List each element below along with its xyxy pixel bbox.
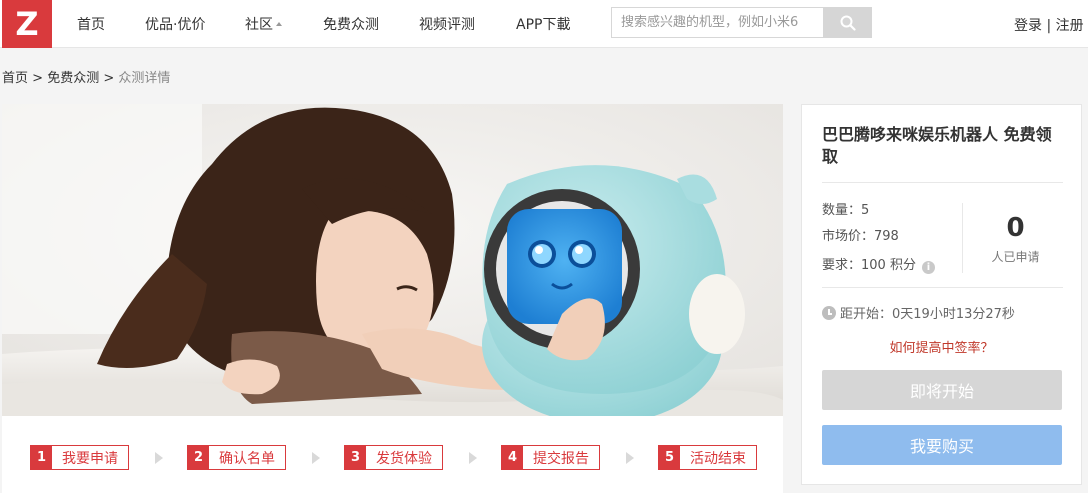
nav-free-trial[interactable]: 免费众测 — [323, 14, 379, 34]
caret-up-icon — [276, 22, 282, 26]
top-header: Z 首页 优品·优价 社区 免费众测 视频评测 APP下載 搜索感兴趣的机型，例… — [0, 0, 1088, 48]
arrow-right-icon — [155, 452, 163, 464]
arrow-right-icon — [469, 452, 477, 464]
breadcrumb: 首页 > 免费众测 > 众测详情 — [2, 67, 170, 86]
step-label: 提交报告 — [533, 450, 589, 467]
step-confirm-list: 2 确认名单 — [187, 445, 286, 470]
divider — [822, 182, 1063, 183]
search-input[interactable]: 搜索感兴趣的机型，例如小米6 — [611, 7, 823, 38]
coming-soon-button[interactable]: 即将开始 — [822, 370, 1062, 410]
register-link[interactable]: 注册 — [1056, 18, 1084, 34]
breadcrumb-separator: > — [103, 71, 115, 86]
product-hero-image — [2, 104, 783, 416]
nav-community[interactable]: 社区 — [245, 14, 282, 34]
quantity-text: 数量：5 — [822, 203, 870, 218]
step-report: 4 提交报告 — [501, 445, 600, 470]
step-number: 1 — [31, 446, 52, 469]
requirement-text: 要求：100 积分 — [822, 258, 916, 273]
nav-community-label: 社区 — [245, 17, 273, 33]
buy-button[interactable]: 我要购买 — [822, 425, 1062, 465]
requirement-line: 要求：100 积分 i — [822, 254, 935, 274]
breadcrumb-section[interactable]: 免费众测 — [47, 71, 99, 86]
nav-home[interactable]: 首页 — [77, 14, 105, 34]
site-logo[interactable]: Z — [2, 0, 52, 48]
product-main-card: 1 我要申请 2 确认名单 3 发货体验 4 提交报告 5 活动结束 — [2, 104, 783, 493]
step-number: 3 — [345, 446, 366, 469]
countdown-text: 距开始：0天19小时13分27秒 — [840, 307, 1015, 322]
win-rate-tip-link[interactable]: 如何提高中签率？ — [802, 337, 1081, 356]
divider — [822, 287, 1063, 288]
market-price-text: 市场价：798 — [822, 229, 899, 244]
step-apply: 1 我要申请 — [30, 445, 129, 470]
login-link[interactable]: 登录 — [1014, 18, 1042, 34]
step-number: 2 — [188, 446, 209, 469]
step-end: 5 活动结束 — [658, 445, 757, 470]
arrow-right-icon — [626, 452, 634, 464]
search-icon — [840, 15, 856, 31]
step-number: 4 — [502, 446, 523, 469]
step-number: 5 — [659, 446, 680, 469]
hero-illustration — [2, 104, 783, 416]
arrow-right-icon — [312, 452, 320, 464]
product-title: 巴巴腾哆来咪娱乐机器人 免费领取 — [822, 125, 1052, 166]
step-label: 确认名单 — [219, 450, 275, 467]
auth-separator: | — [1046, 18, 1052, 34]
countdown: 距开始：0天19小时13分27秒 — [822, 303, 1015, 322]
info-icon[interactable]: i — [921, 261, 935, 274]
clock-icon — [822, 305, 836, 320]
trial-info-card: 巴巴腾哆来咪娱乐机器人 免费领取 数量：5 市场价：798 要求：100 积分 i… — [801, 104, 1082, 485]
nav-app-download[interactable]: APP下載 — [516, 14, 570, 34]
applicants-count: 0 — [1006, 213, 1025, 243]
nav-youpin[interactable]: 优品·优价 — [145, 14, 205, 34]
breadcrumb-home[interactable]: 首页 — [2, 71, 28, 86]
step-label: 发货体验 — [376, 450, 432, 467]
applicants-label: 人已申请 — [991, 250, 1040, 264]
process-steps: 1 我要申请 2 确认名单 3 发货体验 4 提交报告 5 活动结束 — [2, 416, 783, 493]
step-label: 活动结束 — [690, 450, 746, 467]
search-button[interactable] — [823, 7, 872, 38]
breadcrumb-current: 众测详情 — [118, 71, 171, 86]
step-ship: 3 发货体验 — [344, 445, 443, 470]
nav-video-review[interactable]: 视频评测 — [419, 14, 475, 34]
auth-links: 登录 | 注册 — [1014, 15, 1084, 35]
step-label: 我要申请 — [62, 450, 118, 467]
breadcrumb-separator: > — [32, 71, 44, 86]
